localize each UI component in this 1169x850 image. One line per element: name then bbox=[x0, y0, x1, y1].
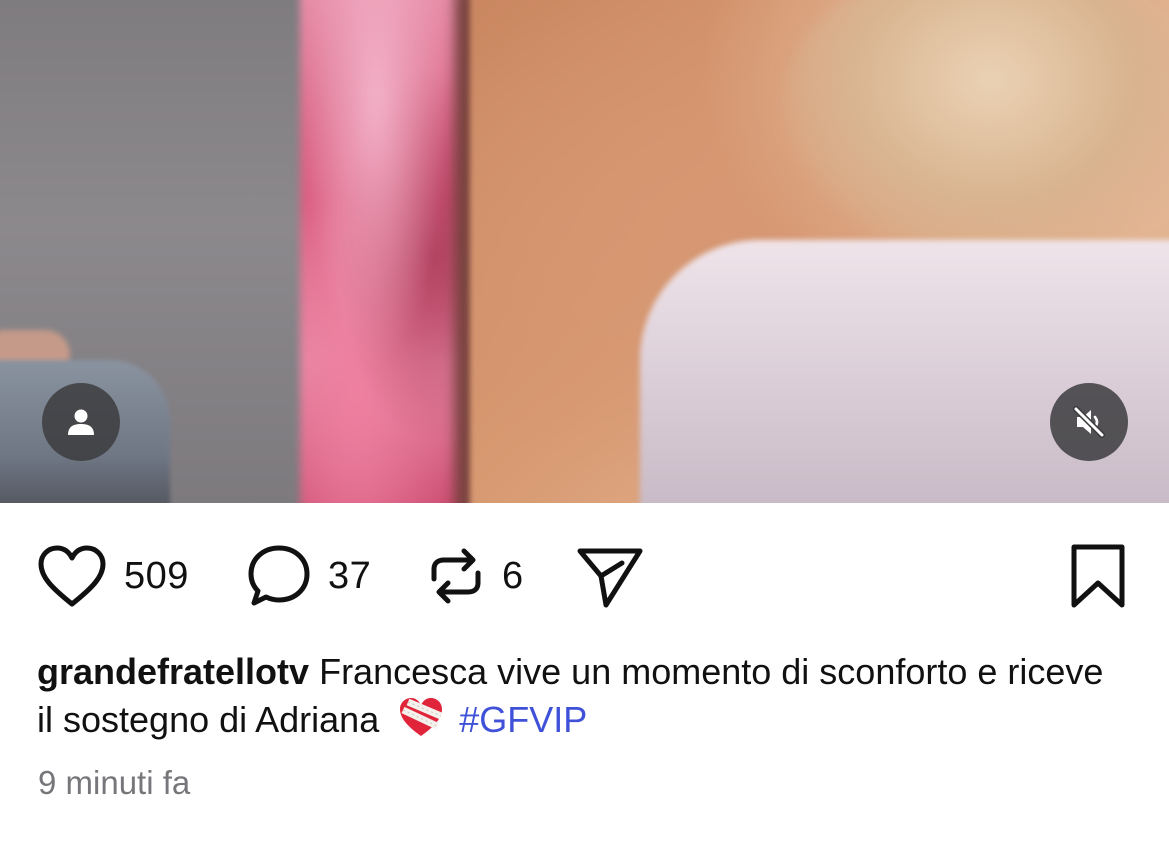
repost-button[interactable]: 6 bbox=[426, 540, 524, 612]
person-icon bbox=[68, 409, 94, 435]
post-video[interactable] bbox=[0, 0, 1169, 503]
post-caption: grandefratellotv Francesca vive un momen… bbox=[37, 648, 1127, 750]
speech-bubble-icon bbox=[248, 545, 310, 606]
author-username[interactable]: grandefratellotv bbox=[37, 651, 309, 692]
paper-plane-icon bbox=[577, 548, 643, 608]
comment-count: 37 bbox=[328, 554, 372, 597]
repost-arrows-icon bbox=[431, 548, 481, 604]
heart-icon bbox=[38, 545, 106, 607]
share-button[interactable] bbox=[576, 540, 646, 612]
post-timestamp: 9 minuti fa bbox=[38, 764, 191, 801]
hashtag-link[interactable]: #GFVIP bbox=[459, 699, 587, 740]
repost-count: 6 bbox=[502, 554, 524, 597]
comment-button[interactable]: 37 bbox=[246, 540, 371, 612]
video-garment bbox=[640, 240, 1169, 503]
mending-heart-icon bbox=[397, 696, 445, 750]
save-button[interactable] bbox=[1068, 540, 1128, 612]
action-bar: 509 37 6 bbox=[36, 540, 1136, 612]
like-count: 509 bbox=[124, 554, 189, 597]
speaker-muted-icon bbox=[1073, 406, 1105, 438]
mute-toggle-button[interactable] bbox=[1050, 383, 1128, 461]
post-card: 509 37 6 grandefratellotv Francesca vive… bbox=[0, 0, 1169, 850]
tagged-users-button[interactable] bbox=[42, 383, 120, 461]
bookmark-icon bbox=[1071, 544, 1125, 608]
like-button[interactable]: 509 bbox=[36, 540, 189, 612]
